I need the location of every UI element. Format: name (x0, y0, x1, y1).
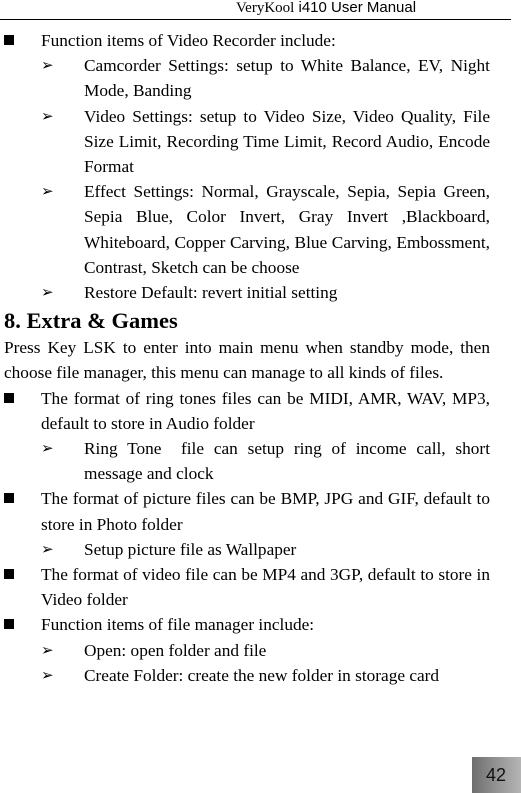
sub-bullet-item: ➢ Restore Default: revert initial settin… (0, 280, 490, 305)
arrow-bullet-icon: ➢ (41, 439, 54, 458)
page-number-box: 42 (472, 757, 521, 793)
bullet-item: Function items of Video Recorder include… (0, 28, 490, 53)
page-header: VeryKool i410 User Manual (0, 0, 511, 20)
header-brand: VeryKool (236, 0, 295, 16)
sub-bullet-item: ➢ Create Folder: create the new folder i… (0, 663, 490, 688)
sub-bullet-item: ➢ Setup picture file as Wallpaper (0, 537, 490, 562)
bullet-text: Function items of Video Recorder include… (41, 31, 336, 50)
square-bullet-icon (4, 35, 14, 45)
page-number: 42 (486, 765, 507, 785)
arrow-bullet-icon: ➢ (41, 56, 54, 75)
bullet-item: The format of picture files can be BMP, … (0, 486, 490, 536)
bullet-text: The format of ring tones files can be MI… (41, 388, 490, 433)
arrow-bullet-icon: ➢ (41, 539, 54, 558)
arrow-bullet-icon: ➢ (41, 665, 54, 684)
bullet-item: The format of ring tones files can be MI… (0, 386, 490, 436)
sub-bullet-item: ➢ Effect Settings: Normal, Grayscale, Se… (0, 179, 490, 280)
intro-paragraph: Press Key LSK to enter into main menu wh… (4, 338, 490, 383)
sub-bullet-item: ➢ Video Settings: setup to Video Size, V… (0, 104, 490, 180)
arrow-bullet-icon: ➢ (41, 106, 54, 125)
bullet-item: Function items of file manager include: (0, 612, 490, 637)
arrow-bullet-icon: ➢ (41, 640, 54, 659)
bullet-text: The format of video file can be MP4 and … (41, 565, 490, 610)
header-title: VeryKool i410 User Manual (236, 0, 416, 16)
sub-bullet-text: Ring Tone file can setup ring of income … (84, 439, 495, 484)
sub-bullet-text: Camcorder Settings: setup to White Balan… (84, 56, 490, 101)
header-model: i410 User Manual (294, 0, 417, 16)
square-bullet-icon (4, 493, 14, 504)
sub-bullet-text: Create Folder: create the new folder in … (84, 665, 440, 685)
square-bullet-icon (4, 392, 14, 403)
sub-bullet-text: Open: open folder and file (84, 640, 267, 660)
document-body: Function items of Video Recorder include… (0, 28, 521, 688)
section-heading: 8. Extra & Games (4, 308, 178, 334)
arrow-bullet-icon: ➢ (41, 283, 54, 302)
sub-bullet-text: Effect Settings: Normal, Grayscale, Sepi… (84, 182, 490, 277)
sub-bullet-text: Setup picture file as Wallpaper (84, 539, 297, 559)
arrow-bullet-icon: ➢ (41, 182, 54, 201)
bullet-text: Function items of file manager include: (41, 615, 315, 635)
sub-bullet-item: ➢ Open: open folder and file (0, 638, 490, 663)
sub-bullet-text: Video Settings: setup to Video Size, Vid… (84, 106, 490, 177)
square-bullet-icon (4, 569, 14, 580)
square-bullet-icon (4, 619, 14, 630)
sub-bullet-text: Restore Default: revert initial setting (84, 283, 338, 303)
bullet-item: The format of video file can be MP4 and … (0, 562, 490, 612)
sub-bullet-item: ➢ Ring Tone file can setup ring of incom… (0, 436, 490, 486)
bullet-text: The format of picture files can be BMP, … (41, 489, 490, 534)
sub-bullet-item: ➢ Camcorder Settings: setup to White Bal… (0, 53, 490, 103)
